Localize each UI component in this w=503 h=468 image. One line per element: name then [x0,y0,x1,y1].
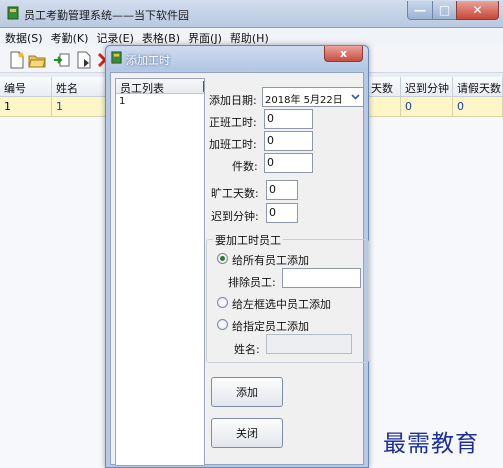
radio-all-label[interactable]: 给所有员工添加 [232,252,309,268]
late-minutes-input[interactable]: 0 [266,203,298,223]
absent-days-label: 旷工天数: [211,187,259,200]
chevron-down-icon[interactable] [348,88,363,106]
dialog-close-button[interactable]: x [324,46,363,62]
dialog-book-icon [111,51,122,64]
overtime-hours-label: 加班工时: [209,138,257,151]
regular-hours-input[interactable]: 0 [264,109,313,129]
regular-hours-label: 正班工时: [209,116,257,129]
radio-named-employee[interactable] [217,319,228,330]
minimize-icon: — [414,3,426,17]
table-cell[interactable]: 1 [0,97,52,117]
minimize-button[interactable]: — [407,1,433,20]
window-title: 员工考勤管理系统——当下软件园 [24,9,189,22]
menu-records[interactable]: 记录(E) [93,30,137,46]
name-label: 姓名: [234,343,260,356]
column-header-id[interactable]: 编号 [0,77,52,97]
close-window-button[interactable]: ✕ [456,1,499,20]
menu-help[interactable]: 帮助(H) [227,30,272,46]
import-icon[interactable] [53,51,71,69]
table-cell[interactable]: 0 [453,97,503,117]
add-button[interactable]: 添加 [211,377,283,407]
menu-data[interactable]: 数据(S) [2,30,46,46]
close-icon: x [339,47,348,60]
group-title: 要加工时员工 [213,232,283,248]
new-doc-icon[interactable] [8,51,26,69]
overtime-hours-input[interactable]: 0 [264,131,313,151]
date-value: 2018年 5月22日 [265,95,343,106]
table-cell[interactable] [369,97,401,117]
employee-name-input[interactable] [266,334,352,354]
close-icon: ✕ [472,3,483,17]
piece-count-label: 件数: [232,160,258,173]
export-icon[interactable] [75,51,93,69]
menu-attendance[interactable]: 考勤(K) [48,30,92,46]
column-header-days[interactable]: 天数 [369,77,401,97]
piece-count-input[interactable]: 0 [264,153,313,173]
employee-list-header[interactable]: 员工列表 [116,79,204,95]
column-divider[interactable] [203,81,204,92]
table-cell[interactable]: 0 [401,97,453,117]
late-minutes-label: 迟到分钟: [211,210,259,223]
date-label: 添加日期: [209,94,257,107]
list-item[interactable]: 1 [119,96,125,107]
exclude-employees-input[interactable] [282,268,361,288]
radio-selected-employees[interactable] [217,297,228,308]
app-book-icon [7,6,19,20]
dialog-title: 添加工时 [126,54,170,67]
column-header-leave-days[interactable]: 请假天数 [453,77,503,97]
open-folder-icon[interactable] [28,51,46,69]
main-title-bar: 员工考勤管理系统——当下软件园 — □ ✕ [0,0,503,28]
column-header-late-minutes[interactable]: 迟到分钟 [401,77,453,97]
dialog-title-bar[interactable]: 添加工时 x [106,46,368,70]
absent-days-input[interactable]: 0 [266,180,298,200]
table-cell[interactable]: 1 [52,97,106,117]
watermark: 最需教育 [383,431,479,457]
column-header-name[interactable]: 姓名 [52,77,106,97]
maximize-button[interactable]: □ [432,1,457,20]
radio-selected-label[interactable]: 给左框选中员工添加 [232,296,331,312]
exclude-label: 排除员工: [228,276,276,289]
radio-all-employees[interactable] [217,253,228,264]
employee-list[interactable]: 员工列表 1 [115,78,205,466]
menu-table[interactable]: 表格(B) [139,30,183,46]
maximize-icon: □ [438,3,451,17]
close-dialog-button[interactable]: 关闭 [211,418,283,448]
menu-view[interactable]: 界面(J) [185,30,225,46]
radio-named-label[interactable]: 给指定员工添加 [232,318,309,334]
